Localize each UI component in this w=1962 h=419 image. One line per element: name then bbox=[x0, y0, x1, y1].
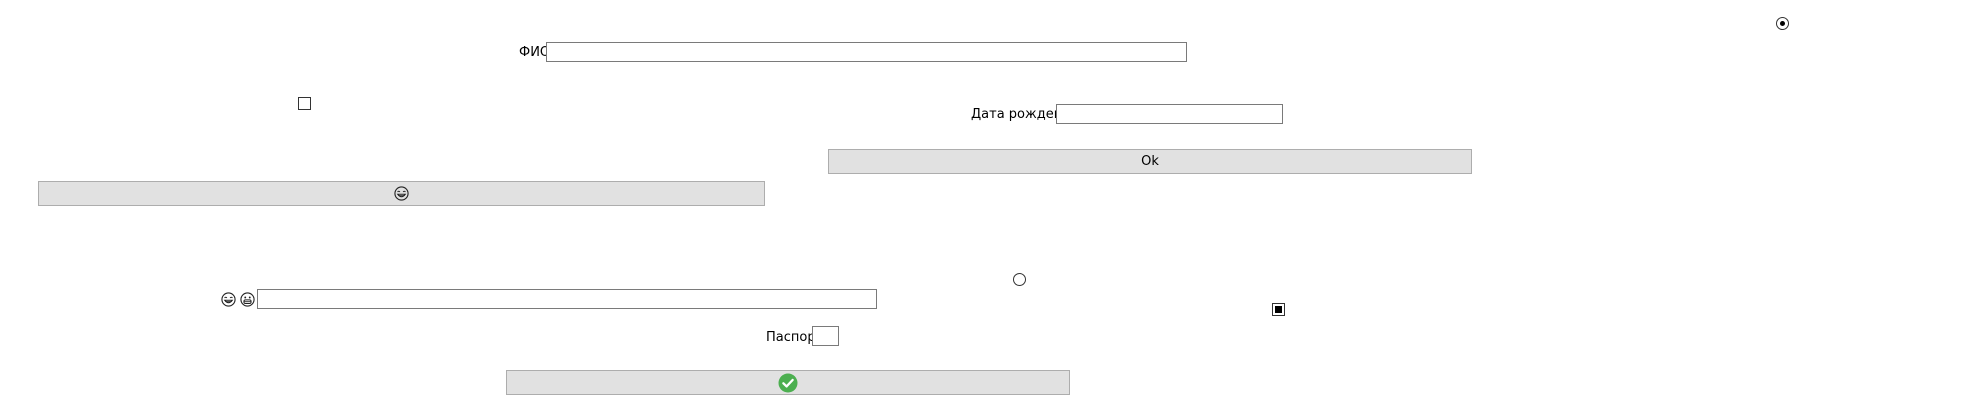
radio-middle[interactable] bbox=[1013, 273, 1026, 286]
big-smile-face-icon bbox=[240, 292, 255, 307]
radio-top-dot bbox=[1780, 21, 1785, 26]
grinning-face-icon bbox=[221, 292, 236, 307]
passport-input[interactable] bbox=[812, 326, 839, 346]
submit-button[interactable] bbox=[506, 370, 1070, 395]
birth-date-input[interactable] bbox=[1056, 104, 1283, 124]
checkbox-right-fill bbox=[1275, 306, 1282, 313]
ok-button-label: Ok bbox=[1141, 153, 1159, 169]
green-checkmark-icon bbox=[778, 373, 798, 393]
checkbox-right[interactable] bbox=[1272, 303, 1285, 316]
fio-input[interactable] bbox=[546, 42, 1187, 62]
checkbox-left[interactable] bbox=[298, 97, 311, 110]
radio-top[interactable] bbox=[1776, 17, 1789, 30]
ok-button[interactable]: Ok bbox=[828, 149, 1472, 174]
grinning-face-icon bbox=[394, 186, 409, 201]
emoji-text-input[interactable] bbox=[257, 289, 877, 309]
emoji-button[interactable] bbox=[38, 181, 765, 206]
